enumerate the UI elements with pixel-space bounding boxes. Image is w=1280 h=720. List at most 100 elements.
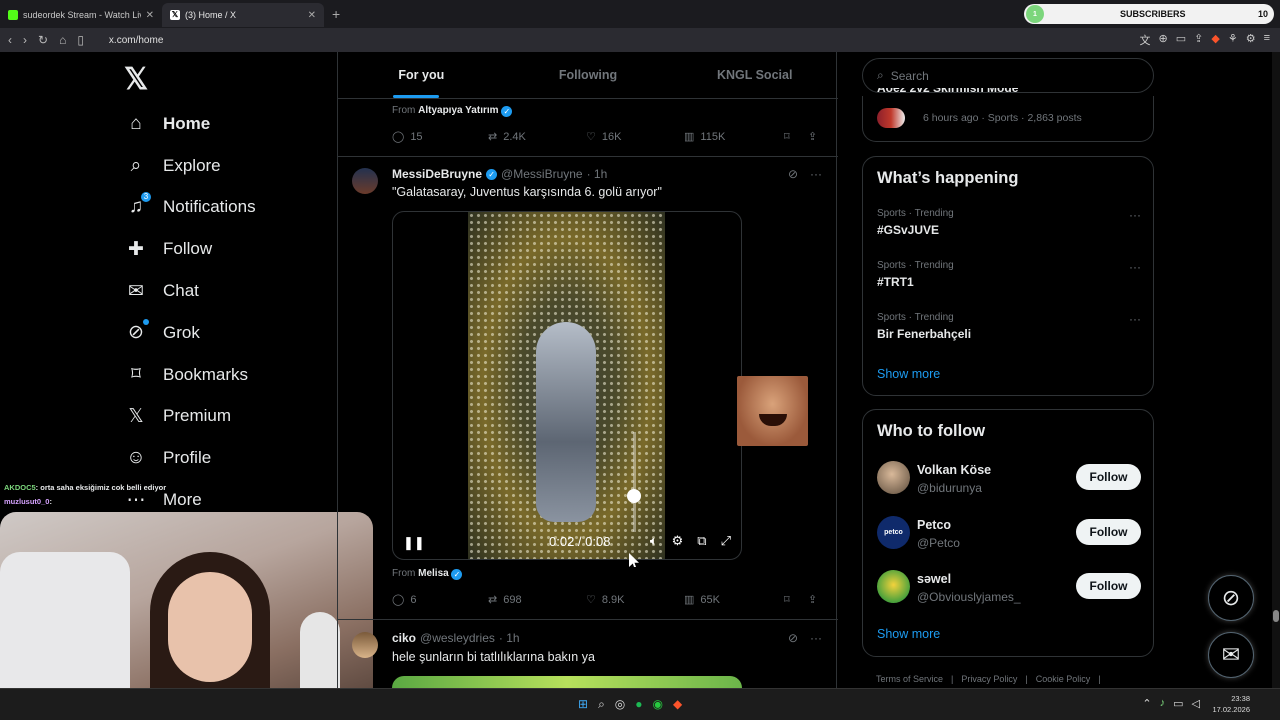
sidebar-item-follow[interactable]: ✚ Follow — [125, 228, 256, 270]
views-icon: ▥ — [684, 594, 695, 606]
avatar[interactable] — [352, 168, 378, 194]
close-tab-icon[interactable]: ✕ — [146, 10, 154, 21]
fullscreen-icon[interactable]: ⤢ — [721, 533, 731, 549]
x-logo-icon[interactable]: 𝕏 — [124, 62, 148, 97]
trend-card-partial[interactable]: Aoe2 2v2 Skirmish Mode 6 hours ago · Spo… — [862, 88, 1154, 142]
share-icon[interactable]: ⇪ — [1194, 32, 1203, 48]
sidebar-item-grok[interactable]: ⊘ Grok — [125, 312, 256, 354]
taskbar-clock[interactable]: 23:38 17.02.2026 — [1212, 693, 1250, 715]
source-name[interactable]: Altyapıya Yatırım — [418, 105, 498, 116]
grok-explain-icon[interactable]: ⊘ — [788, 167, 798, 181]
search-icon[interactable]: ⌕ — [598, 697, 605, 712]
retweet-button[interactable]: ⇄ 698 — [488, 593, 586, 607]
reload-icon[interactable]: ↻ — [38, 33, 48, 47]
translate-icon[interactable]: 文 — [1140, 32, 1151, 48]
chevron-up-icon[interactable]: ⌃ — [1142, 697, 1151, 710]
forward-icon[interactable]: › — [23, 33, 27, 47]
sidebar-item-home[interactable]: ⌂ Home — [125, 103, 256, 145]
follow-suggestion[interactable]: petco Petco @Petco Follow — [877, 516, 1141, 552]
share-button[interactable]: ⇪ — [808, 593, 817, 606]
bookmark-button[interactable]: ⌑ — [784, 593, 808, 606]
extension-icon[interactable]: ⚘ — [1228, 32, 1238, 48]
grok-explain-icon[interactable]: ⊘ — [788, 631, 798, 645]
source-name[interactable]: Melisa — [418, 568, 449, 579]
author-handle[interactable]: @MessiBruyne — [501, 167, 583, 181]
windows-start-icon[interactable]: ⊞ — [578, 697, 588, 712]
scrollbar-thumb[interactable] — [1273, 610, 1279, 622]
new-tab-button[interactable]: + — [324, 6, 348, 22]
volume-icon[interactable]: 🔈︎ — [650, 533, 658, 549]
cookie-link[interactable]: Cookie Policy — [1036, 674, 1091, 684]
trend-item[interactable]: Sports · Trending Bir Fenerbahçeli ··· — [877, 312, 1141, 341]
follow-suggestion[interactable]: sǝwel @Obviouslyjames_ Follow — [877, 570, 1141, 606]
share-button[interactable]: ⇪ — [808, 130, 817, 143]
brave-shield-icon[interactable]: ◆ — [1211, 32, 1219, 48]
follow-button[interactable]: Follow — [1076, 519, 1141, 545]
sidebar-item-explore[interactable]: ⌕ Explore — [125, 145, 256, 187]
brave-icon[interactable]: ◆ — [673, 697, 682, 712]
zoom-icon[interactable]: ⊕ — [1159, 32, 1168, 48]
sidebar-item-notifications[interactable]: ♫ 3 Notifications — [125, 187, 256, 229]
network-icon[interactable]: ▭ — [1173, 697, 1183, 710]
follow-button[interactable]: Follow — [1076, 464, 1141, 490]
tweet-time[interactable]: · 1h — [587, 167, 608, 181]
like-button[interactable]: ♡ 8.9K — [586, 593, 684, 607]
more-icon[interactable]: ··· — [810, 631, 822, 645]
like-button[interactable]: ♡ 16K — [586, 130, 684, 144]
follow-suggestion[interactable]: Volkan Köse @bidurunya Follow — [877, 461, 1141, 497]
sidebar-item-chat[interactable]: ✉ Chat — [125, 270, 256, 312]
reply-button[interactable]: ◯ 15 — [392, 130, 488, 144]
more-icon[interactable]: ··· — [1129, 312, 1141, 326]
views-button[interactable]: ▥ 115K — [684, 130, 784, 144]
sidebar-item-profile[interactable]: ☺ Profile — [125, 437, 256, 479]
avatar[interactable] — [352, 632, 378, 658]
follow-button[interactable]: Follow — [1076, 573, 1141, 599]
home-browser-icon[interactable]: ⌂ — [59, 33, 66, 47]
bookmark-page-icon[interactable]: ▯ — [77, 33, 84, 47]
pip-icon[interactable]: ⧉ — [697, 533, 706, 549]
more-icon[interactable]: ··· — [1129, 208, 1141, 222]
trend-item[interactable]: Sports · Trending #TRT1 ··· — [877, 260, 1141, 289]
close-tab-icon[interactable]: ✕ — [308, 10, 316, 21]
author-name[interactable]: MessiDeBruyne — [392, 167, 482, 181]
more-icon[interactable]: ··· — [1129, 260, 1141, 274]
show-more-link[interactable]: Show more — [877, 367, 940, 381]
extension-icon[interactable]: ⚙ — [1246, 32, 1256, 48]
more-icon[interactable]: ··· — [810, 167, 822, 181]
show-more-link[interactable]: Show more — [877, 627, 940, 641]
browser-tab-stream[interactable]: sudeordek Stream - Watch Live o ✕ — [0, 3, 162, 27]
views-button[interactable]: ▥ 65K — [684, 593, 784, 607]
author-handle[interactable]: @wesleydries — [420, 631, 495, 645]
messages-fab-button[interactable]: ✉ — [1208, 632, 1254, 678]
back-icon[interactable]: ‹ — [8, 33, 12, 47]
scrollbar[interactable] — [1272, 52, 1280, 688]
cast-icon[interactable]: ▭ — [1176, 32, 1186, 48]
url-field[interactable]: x.com/home — [109, 35, 163, 46]
volume-icon[interactable]: ◁ — [1192, 697, 1200, 710]
mic-icon[interactable]: ♪ — [1160, 697, 1166, 710]
browser-tab-x[interactable]: 𝕏 (3) Home / X ✕ — [162, 3, 324, 27]
video-player[interactable]: ❚❚ 0:02 / 0:08 🔈︎ ⚙ ⧉ ⤢ — [392, 211, 742, 560]
author-name[interactable]: ciko — [392, 631, 416, 645]
menu-icon[interactable]: ≡ — [1264, 32, 1270, 48]
volume-knob[interactable] — [627, 489, 641, 503]
tab-kngl-social[interactable]: KNGL Social — [671, 52, 838, 98]
trend-item[interactable]: Sports · Trending #GSvJUVE ··· — [877, 208, 1141, 237]
spotify-icon[interactable]: ● — [635, 697, 642, 712]
retweet-button[interactable]: ⇄ 2.4K — [488, 130, 586, 144]
privacy-link[interactable]: Privacy Policy — [961, 674, 1017, 684]
tab-for-you[interactable]: For you — [338, 52, 505, 98]
bookmark-button[interactable]: ⌑ — [784, 130, 808, 143]
pause-icon[interactable]: ❚❚ — [403, 535, 425, 551]
tweet-time[interactable]: · 1h — [499, 631, 520, 645]
tab-following[interactable]: Following — [505, 52, 672, 98]
app-icon[interactable]: ◉ — [653, 697, 663, 712]
volume-slider[interactable] — [633, 432, 636, 532]
sidebar-item-bookmarks[interactable]: ⌑ Bookmarks — [125, 354, 256, 396]
settings-icon[interactable]: ⚙ — [672, 533, 684, 549]
chrome-icon[interactable]: ◎ — [615, 697, 625, 712]
terms-link[interactable]: Terms of Service — [876, 674, 943, 684]
reply-button[interactable]: ◯ 6 — [392, 593, 488, 607]
grok-fab-button[interactable]: ⊘ — [1208, 575, 1254, 621]
sidebar-item-premium[interactable]: 𝕏 Premium — [125, 396, 256, 438]
